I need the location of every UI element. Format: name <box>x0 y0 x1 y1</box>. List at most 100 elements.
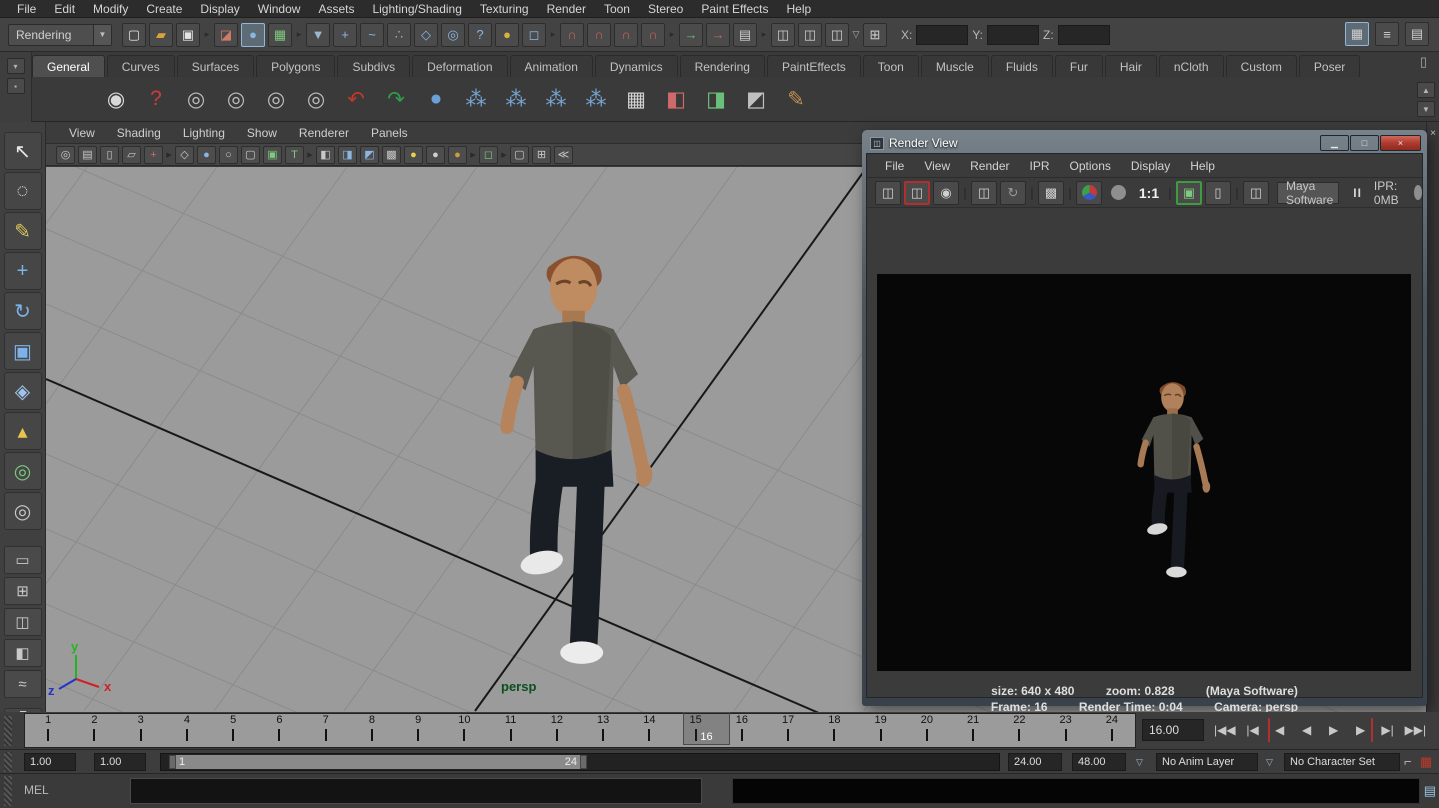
display-rgb-channels-icon[interactable] <box>1076 181 1102 205</box>
shelf-tab-painteffects[interactable]: PaintEffects <box>767 55 861 77</box>
go-to-end-button[interactable]: ▶▶| <box>1403 718 1429 742</box>
layout-four-view-button[interactable]: ⊞ <box>4 577 42 605</box>
highlight-selection-icon[interactable]: ◻ <box>522 23 546 47</box>
shelf-tab-subdivs[interactable]: Subdivs <box>337 55 410 77</box>
shade-selected-icon[interactable]: ○ <box>219 146 238 164</box>
isolate-select-icon[interactable]: ◻ <box>479 146 498 164</box>
last-tool-used-icon[interactable]: ◎ <box>4 492 42 530</box>
menu-display[interactable]: Display <box>191 0 248 18</box>
range-slider-track[interactable]: 1 24 <box>160 753 1000 771</box>
current-frame-marker[interactable]: 16 <box>683 712 730 745</box>
layout-persp-graph-button[interactable]: ≈ <box>4 670 42 698</box>
frame-1[interactable]: 1 <box>25 714 71 747</box>
smooth-shade-all-icon[interactable]: ● <box>197 146 216 164</box>
shelf-tabs-toggle-icon[interactable]: ▾ <box>7 58 25 74</box>
wireframe-display-icon[interactable]: ◇ <box>175 146 194 164</box>
frame-7[interactable]: 7 <box>303 714 349 747</box>
camera-orbit-icon[interactable]: ◎ <box>180 83 212 115</box>
connect-node-red-icon[interactable]: ◧ <box>660 83 692 115</box>
playback-start-field[interactable] <box>94 753 146 771</box>
command-line-input[interactable] <box>130 778 702 804</box>
render-view-menu-options[interactable]: Options <box>1060 159 1121 173</box>
command-line-grip[interactable] <box>4 776 12 806</box>
save-scene-icon[interactable]: ▣ <box>176 23 200 47</box>
panel-menu-renderer[interactable]: Renderer <box>288 126 360 140</box>
shelf-tab-deformation[interactable]: Deformation <box>412 55 507 77</box>
use-default-material-icon[interactable]: T <box>285 146 304 164</box>
ipr-render-current-frame-icon[interactable]: ◫ <box>971 181 997 205</box>
display-alpha-channel-icon[interactable] <box>1105 181 1131 205</box>
shelf-tab-fur[interactable]: Fur <box>1055 55 1103 77</box>
outputs-of-selected-icon[interactable]: → <box>706 23 730 47</box>
make-live-icon[interactable]: ◎ <box>441 23 465 47</box>
range-grip[interactable] <box>4 752 12 772</box>
render-view-menu-ipr[interactable]: IPR <box>1020 159 1060 173</box>
frame-3[interactable]: 3 <box>118 714 164 747</box>
menu-edit[interactable]: Edit <box>45 0 84 18</box>
menu-render[interactable]: Render <box>538 0 595 18</box>
panel-menu-shading[interactable]: Shading <box>106 126 172 140</box>
light-bulb-fill-icon[interactable]: ● <box>426 146 445 164</box>
pane-layout-icon[interactable]: ⊞ <box>532 146 551 164</box>
frame-22[interactable]: 22 <box>996 714 1042 747</box>
ipr-render-current-frame-icon[interactable]: ◫ <box>798 23 822 47</box>
cluster-icon[interactable]: ⁂ <box>580 83 612 115</box>
rendered-image[interactable] <box>877 274 1411 671</box>
paint-effects-brush-icon[interactable]: ✎ <box>780 83 812 115</box>
shelf-tab-animation[interactable]: Animation <box>510 55 593 77</box>
camera-aim-icon[interactable]: ◎ <box>220 83 252 115</box>
textured-display-icon[interactable]: ▣ <box>263 146 282 164</box>
range-start-handle[interactable] <box>169 755 176 769</box>
menu-assets[interactable]: Assets <box>309 0 363 18</box>
character-set-select[interactable]: No Character Set <box>1284 753 1400 771</box>
menu-set-dropdown[interactable]: Rendering ▼ <box>8 24 112 46</box>
frame-12[interactable]: 12 <box>534 714 580 747</box>
stop-render-icon[interactable] <box>1414 185 1422 200</box>
render-current-frame-icon[interactable]: ◫ <box>771 23 795 47</box>
move-tool-icon[interactable]: + <box>4 252 42 290</box>
lasso-select-tool-icon[interactable]: ◌ <box>4 172 42 210</box>
timeline-ruler[interactable]: 1 2 3 4 5 6 7 8 9 10 <box>24 713 1136 748</box>
remove-image-icon[interactable]: ▯ <box>1205 181 1231 205</box>
select-tool-icon[interactable]: ↖ <box>4 132 42 170</box>
ik-spline-tool-icon[interactable]: ⁂ <box>540 83 572 115</box>
snapshot-icon[interactable]: ◉ <box>933 181 959 205</box>
select-by-hierarchy-icon[interactable]: ◪ <box>214 23 238 47</box>
layout-outliner-persp-button[interactable]: ◧ <box>4 639 42 667</box>
shelf-tab-general[interactable]: General <box>32 55 105 77</box>
minimize-button[interactable]: ▁ <box>1320 135 1349 151</box>
snap-together-icon[interactable]: ∩ <box>641 23 665 47</box>
anim-layer-select[interactable]: No Anim Layer <box>1156 753 1258 771</box>
construction-history-icon[interactable]: ▤ <box>733 23 757 47</box>
frame-9[interactable]: 9 <box>395 714 441 747</box>
auto-keyframe-icon[interactable]: ▦ <box>1420 754 1432 770</box>
playback-end-field[interactable] <box>1008 753 1062 771</box>
shadows-icon[interactable]: ◩ <box>360 146 379 164</box>
joint-tool-icon[interactable]: ⁂ <box>460 83 492 115</box>
undo-icon[interactable]: ↶ <box>340 83 372 115</box>
rotate-tool-icon[interactable]: ↻ <box>4 292 42 330</box>
range-slider-bar[interactable]: 1 24 <box>169 755 587 769</box>
shelf-tab-rendering[interactable]: Rendering <box>680 55 765 77</box>
render-view-menu-view[interactable]: View <box>914 159 960 173</box>
menu-modify[interactable]: Modify <box>84 0 137 18</box>
anim-layer-chevron-icon[interactable]: ▽ <box>1136 757 1143 768</box>
z-coord-input[interactable] <box>1058 25 1110 45</box>
shelf-tab-surfaces[interactable]: Surfaces <box>177 55 254 77</box>
menu-stereo[interactable]: Stereo <box>639 0 692 18</box>
menu-file[interactable]: File <box>8 0 45 18</box>
render-view-menu-file[interactable]: File <box>875 159 914 173</box>
render-view-menu-render[interactable]: Render <box>960 159 1019 173</box>
keep-image-icon[interactable]: ▣ <box>1176 181 1202 205</box>
hypergraph-icon[interactable]: ▦ <box>620 83 652 115</box>
panel-menu-view[interactable]: View <box>58 126 106 140</box>
light-bulb-key-icon[interactable]: ● <box>404 146 423 164</box>
snap-align-objects-icon[interactable]: ∩ <box>560 23 584 47</box>
menu-lighting-shading[interactable]: Lighting/Shading <box>363 0 470 18</box>
redo-icon[interactable]: ↷ <box>380 83 412 115</box>
menu-texturing[interactable]: Texturing <box>471 0 538 18</box>
frame-11[interactable]: 11 <box>488 714 534 747</box>
grid-options-icon[interactable]: ⊞ <box>863 23 887 47</box>
character-model[interactable] <box>507 256 652 664</box>
frame-6[interactable]: 6 <box>256 714 302 747</box>
